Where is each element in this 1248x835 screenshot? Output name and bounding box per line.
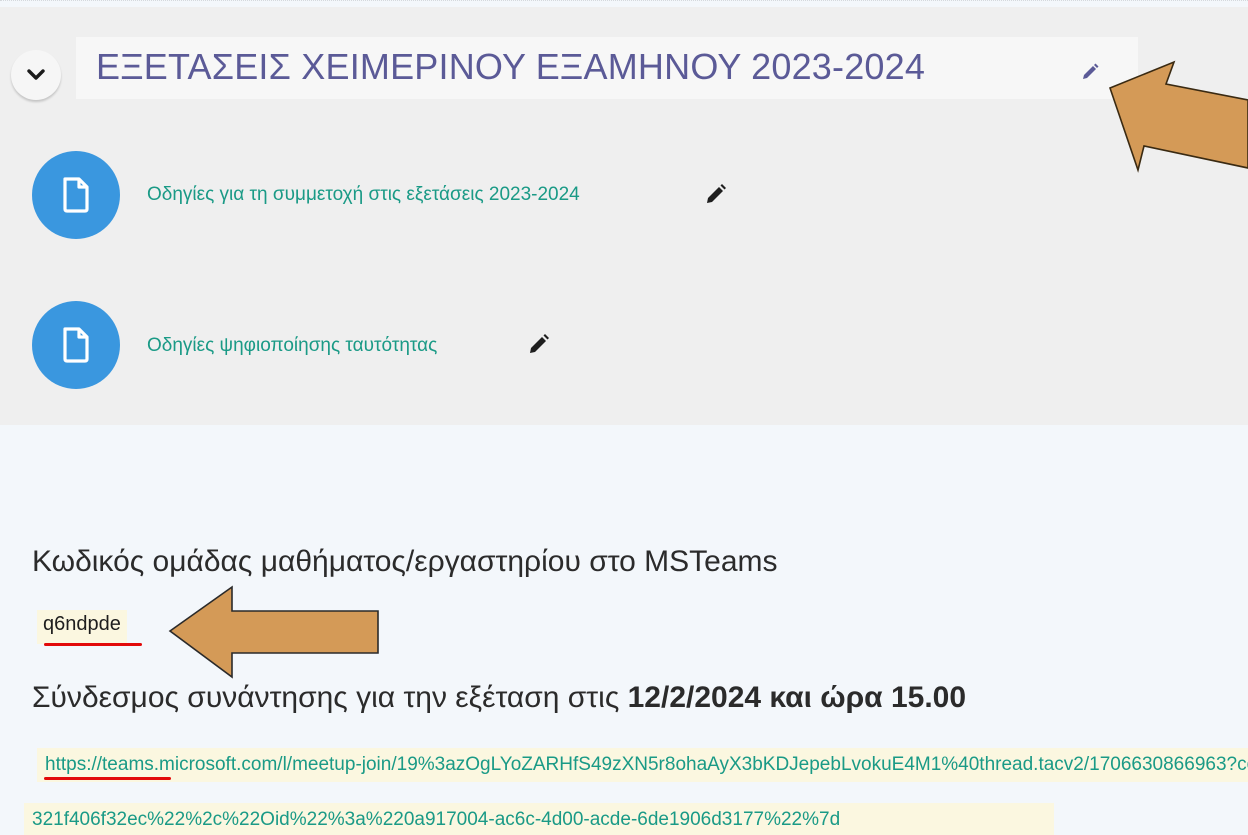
file-icon	[63, 177, 89, 213]
pencil-icon[interactable]	[705, 183, 727, 205]
pencil-icon[interactable]	[528, 333, 550, 355]
file-icon	[63, 327, 89, 363]
top-divider	[0, 0, 1248, 6]
red-underline	[44, 777, 171, 780]
collapse-section-button[interactable]	[11, 50, 61, 100]
red-underline	[44, 643, 142, 646]
team-code-heading: Κωδικός ομάδας μαθήματος/εργαστηρίου στο…	[32, 545, 778, 578]
meeting-datetime: 12/2/2024 και ώρα 15.00	[627, 681, 967, 714]
meeting-heading: Σύνδεσμος συνάντησης για την εξέταση στι…	[32, 681, 966, 715]
meeting-text: Σύνδεσμος συνάντησης για την εξέταση στι…	[32, 681, 628, 714]
team-code: q6ndpde	[37, 610, 127, 644]
meeting-link-continued[interactable]: 321f406f32ec%22%2c%22Oid%22%3a%220a91700…	[24, 803, 1054, 835]
section-title[interactable]: ΕΞΕΤΑΣΕΙΣ ΧΕΙΜΕΡΙΝΟΥ ΕΞΑΜΗΝΟΥ 2023-2024	[96, 46, 925, 88]
annotation-arrow	[168, 585, 379, 679]
meeting-link[interactable]: https://teams.microsoft.com/l/meetup-joi…	[37, 748, 1248, 782]
activity-link-id-digitization[interactable]: Οδηγίες ψηφιοποίησης ταυτότητας	[147, 335, 437, 357]
activity-link-exam-instructions[interactable]: Οδηγίες για τη συμμετοχή στις εξετάσεις …	[147, 184, 580, 206]
activity-file-icon[interactable]	[32, 151, 120, 239]
activity-file-icon[interactable]	[32, 301, 120, 389]
chevron-down-icon	[27, 69, 45, 80]
annotation-arrow	[1108, 60, 1248, 173]
pencil-icon[interactable]	[1080, 62, 1100, 82]
